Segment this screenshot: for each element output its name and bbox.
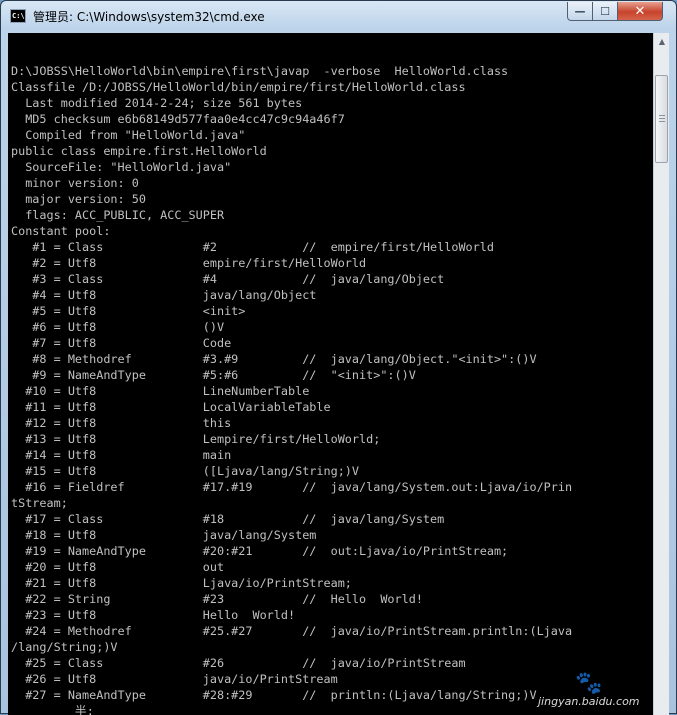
console-line: #15 = Utf8 ([Ljava/lang/String;)V: [11, 464, 360, 478]
console-line: #13 = Utf8 Lempire/first/HelloWorld;: [11, 432, 381, 446]
console-line: #17 = Class #18 // java/lang/System: [11, 512, 445, 526]
cmd-app-icon[interactable]: C:\: [10, 9, 26, 23]
console-line: #8 = Methodref #3.#9 // java/lang/Object…: [11, 352, 537, 366]
console-line: #21 = Utf8 Ljava/io/PrintStream;: [11, 576, 352, 590]
thumb-grip-icon: [659, 118, 665, 119]
console-line: #18 = Utf8 java/lang/System: [11, 528, 317, 542]
maximize-icon: ☐: [600, 4, 610, 18]
console-line: #11 = Utf8 LocalVariableTable: [11, 400, 331, 414]
console-line: #10 = Utf8 LineNumberTable: [11, 384, 310, 398]
console-line: #2 = Utf8 empire/first/HelloWorld: [11, 256, 367, 270]
watermark-text: jingyan.baidu.com: [538, 695, 640, 708]
console-line: #24 = Methodref #25.#27 // java/io/Print…: [11, 624, 573, 638]
console-line: #19 = NameAndType #20:#21 // out:Ljava/i…: [11, 544, 509, 558]
console-line: #16 = Fieldref #17.#19 // java/lang/Syst…: [11, 480, 573, 494]
console-line: #22 = String #23 // Hello World!: [11, 592, 423, 606]
minimize-icon: —: [574, 4, 586, 18]
console-line: #14 = Utf8 main: [11, 448, 232, 462]
maximize-button[interactable]: ☐: [592, 2, 618, 21]
console-line: Last modified 2014-2-24; size 561 bytes: [11, 96, 303, 110]
console-line: Classfile /D:/JOBSS/HelloWorld/bin/empir…: [11, 80, 466, 94]
title-bar[interactable]: C:\ 管理员: C:\Windows\system32\cmd.exe — ☐…: [1, 1, 676, 32]
thumb-grip-icon: [659, 115, 665, 116]
console-line: tStream;: [11, 496, 68, 510]
console-line: #20 = Utf8 out: [11, 560, 225, 574]
console-area[interactable]: D:\JOBSS\HelloWorld\bin\empire\first\jav…: [8, 33, 669, 715]
baidu-paw-icon: 🐾: [575, 671, 603, 696]
scrollbar-thumb[interactable]: [655, 75, 668, 163]
console-line: #25 = Class #26 // java/io/PrintStream: [11, 656, 466, 670]
console-line: #4 = Utf8 java/lang/Object: [11, 288, 317, 302]
console-line: minor version: 0: [11, 176, 139, 190]
window-title: 管理员: C:\Windows\system32\cmd.exe: [33, 10, 265, 24]
console-line: flags: ACC_PUBLIC, ACC_SUPER: [11, 208, 225, 222]
console-line: #1 = Class #2 // empire/first/HelloWorld: [11, 240, 494, 254]
console-line: public class empire.first.HelloWorld: [11, 144, 267, 158]
console-line: #6 = Utf8 ()V: [11, 320, 225, 334]
console-line: MD5 checksum e6b68149d577faa0e4cc47c9c94…: [11, 112, 345, 126]
console-line: Constant pool:: [11, 224, 111, 238]
console-line: major version: 50: [11, 192, 146, 206]
baidu-jingyan-watermark: 🐾 jingyan.baidu.com: [538, 671, 640, 709]
minimize-button[interactable]: —: [567, 2, 593, 21]
console-line: #5 = Utf8 <init>: [11, 304, 246, 318]
console-output[interactable]: D:\JOBSS\HelloWorld\bin\empire\first\jav…: [11, 47, 651, 715]
console-line: #23 = Utf8 Hello World!: [11, 608, 296, 622]
vertical-scrollbar[interactable]: ▲: [653, 33, 669, 715]
console-line: D:\JOBSS\HelloWorld\bin\empire\first\jav…: [11, 64, 509, 78]
close-button[interactable]: ✕: [617, 2, 663, 21]
cmd-window: C:\ 管理员: C:\Windows\system32\cmd.exe — ☐…: [0, 0, 677, 715]
console-line: #12 = Utf8 this: [11, 416, 232, 430]
console-line: #7 = Utf8 Code: [11, 336, 232, 350]
console-line: Compiled from "HelloWorld.java": [11, 128, 246, 142]
thumb-grip-icon: [659, 121, 665, 122]
scroll-up-arrow-icon[interactable]: ▲: [654, 33, 670, 50]
console-line: #9 = NameAndType #5:#6 // "<init>":()V: [11, 368, 416, 382]
console-line: /lang/String;)V: [11, 640, 118, 654]
console-line: #3 = Class #4 // java/lang/Object: [11, 272, 445, 286]
close-icon: ✕: [634, 3, 646, 19]
console-line: SourceFile: "HelloWorld.java": [11, 160, 232, 174]
